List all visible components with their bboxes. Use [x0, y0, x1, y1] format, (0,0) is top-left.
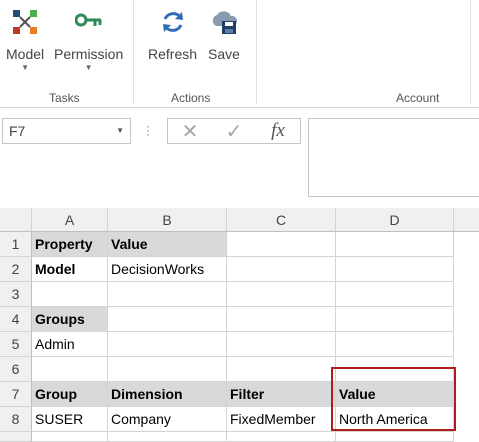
- name-box-value: F7: [9, 123, 26, 139]
- name-box[interactable]: F7 ▼: [2, 118, 131, 144]
- cell-c6[interactable]: [227, 357, 336, 382]
- cell-d1[interactable]: [336, 232, 454, 257]
- row-header-6[interactable]: 6: [0, 357, 32, 382]
- model-button-label: Model: [6, 46, 45, 62]
- row-header-4[interactable]: 4: [0, 307, 32, 332]
- ribbon: Model ▼ Permission ▼ Tasks Refresh Save …: [0, 0, 479, 108]
- cell-d8[interactable]: North America: [336, 407, 454, 432]
- model-button[interactable]: Model ▼: [6, 6, 44, 72]
- formula-buttons: ✕ ✓ fx: [167, 118, 301, 144]
- chevron-down-icon: ▼: [84, 63, 93, 72]
- resize-handle-icon[interactable]: · · ·: [146, 120, 150, 140]
- cell-b6[interactable]: [108, 357, 227, 382]
- cell-a7[interactable]: Group: [32, 382, 108, 407]
- cell-a4[interactable]: Groups: [32, 307, 108, 332]
- row-header-3[interactable]: 3: [0, 282, 32, 307]
- cell-a6[interactable]: [32, 357, 108, 382]
- permission-button-label: Permission: [54, 46, 124, 62]
- cell-a9[interactable]: [32, 432, 108, 442]
- cell-b4[interactable]: [108, 307, 227, 332]
- cell-b3[interactable]: [108, 282, 227, 307]
- group-separator: [133, 0, 134, 104]
- cancel-icon[interactable]: ✕: [168, 119, 212, 144]
- cell-d2[interactable]: [336, 257, 454, 282]
- enter-icon[interactable]: ✓: [212, 119, 256, 144]
- save-button[interactable]: Save: [208, 6, 240, 62]
- group-label-tasks: Tasks: [49, 91, 80, 105]
- cell-c9[interactable]: [227, 432, 336, 442]
- row-header-1[interactable]: 1: [0, 232, 32, 257]
- row-header-7[interactable]: 7: [0, 382, 32, 407]
- cell-b1[interactable]: Value: [108, 232, 227, 257]
- cell-d5[interactable]: [336, 332, 454, 357]
- cell-c1[interactable]: [227, 232, 336, 257]
- row-header-8[interactable]: 8: [0, 407, 32, 432]
- cell-a2[interactable]: Model: [32, 257, 108, 282]
- group-label-actions: Actions: [171, 91, 211, 105]
- cell-a1[interactable]: Property: [32, 232, 108, 257]
- refresh-button-label: Refresh: [148, 46, 198, 62]
- cell-b5[interactable]: [108, 332, 227, 357]
- cell-c8[interactable]: FixedMember: [227, 407, 336, 432]
- chevron-down-icon[interactable]: ▼: [116, 126, 124, 135]
- cell-c4[interactable]: [227, 307, 336, 332]
- cell-b9[interactable]: [108, 432, 227, 442]
- cloud-save-icon: [208, 6, 240, 38]
- cell-d6[interactable]: [336, 357, 454, 382]
- cell-c2[interactable]: [227, 257, 336, 282]
- cell-c7[interactable]: Filter: [227, 382, 336, 407]
- cell-a5[interactable]: Admin: [32, 332, 108, 357]
- model-icon: [9, 6, 41, 38]
- cell-b8[interactable]: Company: [108, 407, 227, 432]
- column-header-a[interactable]: A: [32, 208, 108, 232]
- refresh-button[interactable]: Refresh: [148, 6, 197, 62]
- cell-a3[interactable]: [32, 282, 108, 307]
- group-separator: [470, 0, 471, 104]
- cell-a8[interactable]: SUSER: [32, 407, 108, 432]
- select-all-corner[interactable]: [0, 208, 32, 232]
- save-button-label: Save: [208, 46, 240, 62]
- group-label-account: Account: [396, 91, 440, 105]
- cell-d9[interactable]: [336, 432, 454, 442]
- cell-c3[interactable]: [227, 282, 336, 307]
- formula-bar: F7 ▼ · · · ✕ ✓ fx: [0, 108, 479, 208]
- row-header-9[interactable]: [0, 432, 32, 442]
- column-header-d[interactable]: D: [336, 208, 454, 232]
- column-header-b[interactable]: B: [108, 208, 227, 232]
- chevron-down-icon: ▼: [21, 63, 30, 72]
- permission-button[interactable]: Permission ▼: [54, 6, 123, 72]
- cell-c5[interactable]: [227, 332, 336, 357]
- cell-b2[interactable]: DecisionWorks: [108, 257, 227, 282]
- formula-input[interactable]: [308, 118, 479, 197]
- key-icon: [73, 6, 105, 38]
- cell-b7[interactable]: Dimension: [108, 382, 227, 407]
- group-separator: [256, 0, 257, 104]
- row-header-5[interactable]: 5: [0, 332, 32, 357]
- refresh-icon: [157, 6, 189, 38]
- column-header-e[interactable]: [454, 208, 479, 232]
- column-header-c[interactable]: C: [227, 208, 336, 232]
- cell-d4[interactable]: [336, 307, 454, 332]
- insert-function-icon[interactable]: fx: [256, 120, 300, 142]
- cell-d7[interactable]: Value: [336, 382, 454, 407]
- cell-d3[interactable]: [336, 282, 454, 307]
- row-header-2[interactable]: 2: [0, 257, 32, 282]
